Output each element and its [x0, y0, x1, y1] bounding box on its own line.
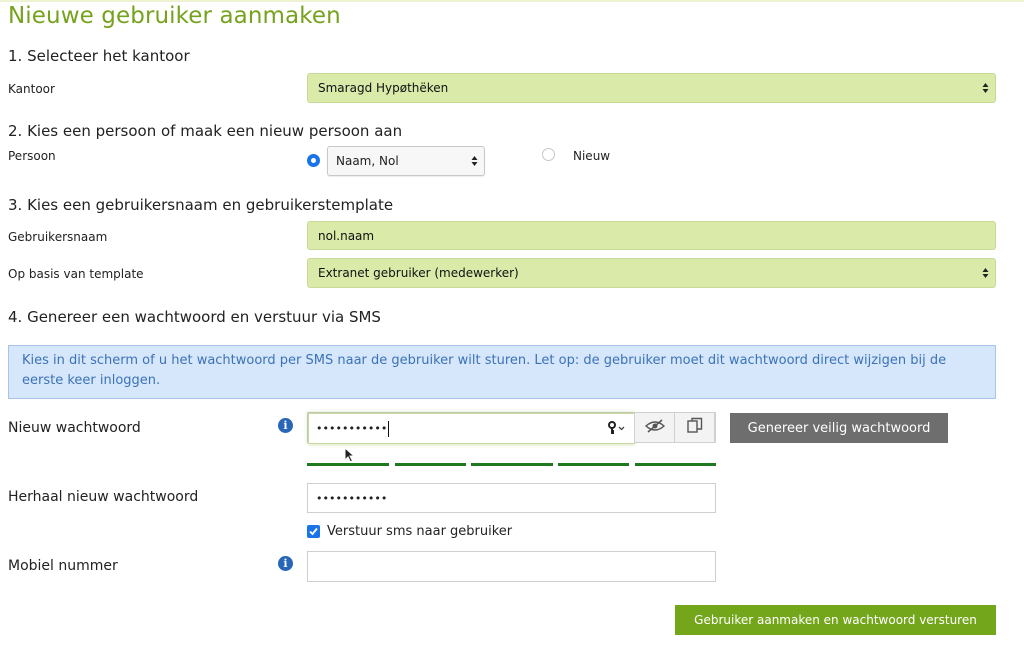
- radio-existing-person[interactable]: [307, 154, 320, 167]
- new-password-value: •••••••••••: [316, 422, 388, 435]
- username-value: nol.naam: [318, 228, 375, 243]
- persoon-label: Persoon: [8, 149, 56, 163]
- generate-password-button[interactable]: Genereer veilig wachtwoord: [730, 413, 948, 443]
- strength-segment: [558, 463, 629, 466]
- section-1-title: 1. Selecteer het kantoor: [8, 47, 190, 65]
- template-select[interactable]: Extranet gebruiker (medewerker): [307, 258, 996, 288]
- persoon-select[interactable]: Naam, Nol: [327, 146, 485, 176]
- eye-slash-icon: [644, 418, 665, 437]
- page-title: Nieuwe gebruiker aanmaken: [8, 3, 341, 29]
- repeat-password-value: •••••••••••: [316, 491, 388, 505]
- repeat-password-input[interactable]: •••••••••••: [307, 483, 716, 513]
- sms-checkbox-label[interactable]: Verstuur sms naar gebruiker: [327, 524, 512, 539]
- mouse-cursor: [344, 446, 356, 467]
- section-2-title: 2. Kies een persoon of maak een nieuw pe…: [8, 122, 403, 140]
- template-select-value: Extranet gebruiker (medewerker): [318, 266, 519, 280]
- new-password-group: •••••••••••: [307, 412, 716, 444]
- text-caret: [388, 420, 390, 437]
- nieuw-label: Nieuw: [573, 149, 611, 163]
- new-password-label: Nieuw wachtwoord: [8, 420, 141, 436]
- key-icon[interactable]: [608, 421, 626, 439]
- section-4-title: 4. Genereer een wachtwoord en verstuur v…: [8, 308, 381, 326]
- info-icon[interactable]: i: [278, 556, 293, 571]
- select-arrows-icon: [982, 267, 989, 279]
- mobile-input[interactable]: [307, 551, 716, 582]
- username-label: Gebruikersnaam: [8, 230, 108, 244]
- toggle-visibility-button[interactable]: [634, 412, 675, 443]
- submit-button[interactable]: Gebruiker aanmaken en wachtwoord verstur…: [675, 605, 996, 635]
- kantoor-label: Kantoor: [8, 82, 55, 96]
- select-arrows-icon: [982, 82, 989, 94]
- copy-icon: [686, 417, 704, 439]
- persoon-select-value: Naam, Nol: [336, 154, 399, 168]
- template-label: Op basis van template: [8, 267, 144, 281]
- sms-checkbox[interactable]: [307, 525, 320, 538]
- username-input[interactable]: nol.naam: [307, 221, 996, 250]
- top-divider: [0, 0, 1024, 2]
- strength-segment: [471, 463, 553, 466]
- select-arrows-icon: [471, 155, 478, 167]
- kantoor-select[interactable]: Smaragd Hypøthëken: [307, 73, 996, 103]
- mobile-label: Mobiel nummer: [8, 558, 118, 574]
- section-3-title: 3. Kies een gebruikersnaam en gebruikers…: [8, 196, 394, 214]
- info-icon[interactable]: i: [278, 418, 293, 433]
- radio-new-person[interactable]: [542, 148, 555, 161]
- strength-segment: [395, 463, 466, 466]
- info-alert: Kies in dit scherm of u het wachtwoord p…: [8, 345, 996, 399]
- new-password-input[interactable]: •••••••••••: [308, 413, 635, 444]
- kantoor-select-value: Smaragd Hypøthëken: [318, 81, 449, 95]
- repeat-password-label: Herhaal nieuw wachtwoord: [8, 489, 199, 505]
- copy-password-button[interactable]: [674, 412, 715, 443]
- strength-segment: [635, 463, 716, 466]
